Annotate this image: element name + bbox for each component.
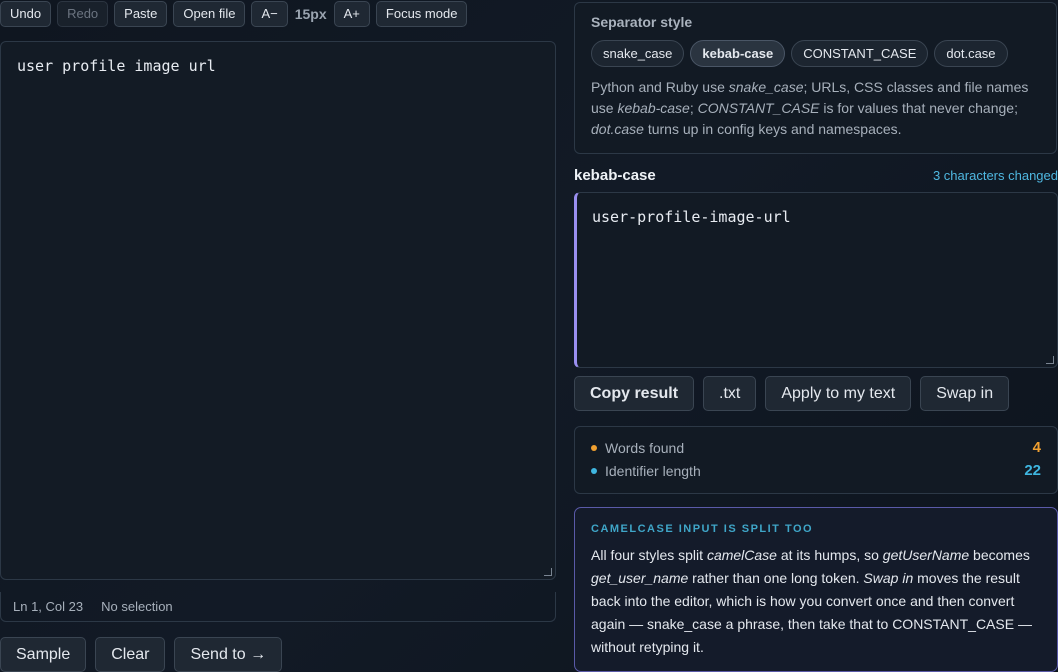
apply-to-text-button[interactable]: Apply to my text [765, 376, 912, 411]
separator-options: snake_case kebab-case CONSTANT_CASE dot.… [591, 40, 1040, 67]
tip-title: CAMELCASE INPUT IS SPLIT TOO [591, 523, 814, 535]
tip-card: CAMELCASE INPUT IS SPLIT TOO All four st… [574, 507, 1058, 672]
send-to-button[interactable]: Send to → [174, 637, 283, 672]
changes-count: 3 characters changed [932, 168, 1058, 183]
option-constant-case[interactable]: CONSTANT_CASE [791, 40, 929, 67]
open-file-button[interactable]: Open file [173, 1, 246, 27]
resize-handle-icon[interactable] [544, 568, 552, 576]
focus-mode-button[interactable]: Focus mode [375, 1, 468, 27]
paste-button[interactable]: Paste [114, 1, 168, 27]
download-txt-button[interactable]: .txt [703, 376, 757, 411]
sample-button[interactable]: Sample [0, 637, 87, 672]
stats-panel: Words found 4 Identifier length 22 [574, 426, 1058, 494]
option-dot-case[interactable]: dot.case [934, 40, 1008, 67]
stat-label: Words found [605, 439, 685, 456]
font-decrease-button[interactable]: A− [251, 1, 288, 27]
cursor-position: Ln 1, Col 23 [13, 599, 84, 614]
selection-status: No selection [101, 599, 173, 614]
resize-handle-icon[interactable] [1046, 356, 1054, 364]
option-kebab-case[interactable]: kebab-case [690, 40, 786, 67]
undo-button[interactable]: Undo [0, 1, 52, 27]
result-panel: user-profile-image-url [574, 192, 1058, 368]
result-title: kebab-case [574, 167, 656, 184]
separator-style-title: Separator style [591, 14, 693, 30]
orange-dot-icon [591, 444, 597, 451]
font-size-readout: 15px [294, 6, 327, 22]
stat-row-length: Identifier length 22 [591, 459, 1041, 482]
stat-label: Identifier length [605, 462, 701, 479]
separator-style-card: Separator style snake_case kebab-case CO… [574, 2, 1057, 154]
separator-description: Python and Ruby use snake_case; URLs, CS… [591, 79, 1029, 137]
option-snake-case[interactable]: snake_case [591, 40, 685, 67]
editor-input[interactable]: user profile image url [1, 42, 555, 579]
swap-in-button[interactable]: Swap in [920, 376, 1010, 411]
result-output[interactable]: user-profile-image-url [577, 193, 1057, 367]
blue-dot-icon [591, 467, 597, 474]
stat-value: 4 [1032, 439, 1041, 456]
redo-button[interactable]: Redo [57, 1, 109, 27]
editor-panel: user profile image url [0, 41, 556, 580]
result-actions: Copy result .txt Apply to my text Swap i… [574, 376, 1010, 411]
tip-body: All four styles split camelCase at its h… [591, 547, 1032, 655]
editor-actions: Sample Clear Send to → [0, 637, 283, 672]
copy-result-button[interactable]: Copy result [574, 376, 695, 411]
result-header: kebab-case 3 characters changed [574, 167, 1058, 184]
font-increase-button[interactable]: A+ [333, 1, 370, 27]
stat-row-words: Words found 4 [591, 436, 1041, 459]
clear-button[interactable]: Clear [95, 637, 166, 672]
toolbar: Undo Redo Paste Open file A− 15px A+ Foc… [0, 1, 468, 27]
stat-value: 22 [1024, 462, 1041, 479]
editor-statusbar: Ln 1, Col 23 No selection [0, 592, 556, 622]
